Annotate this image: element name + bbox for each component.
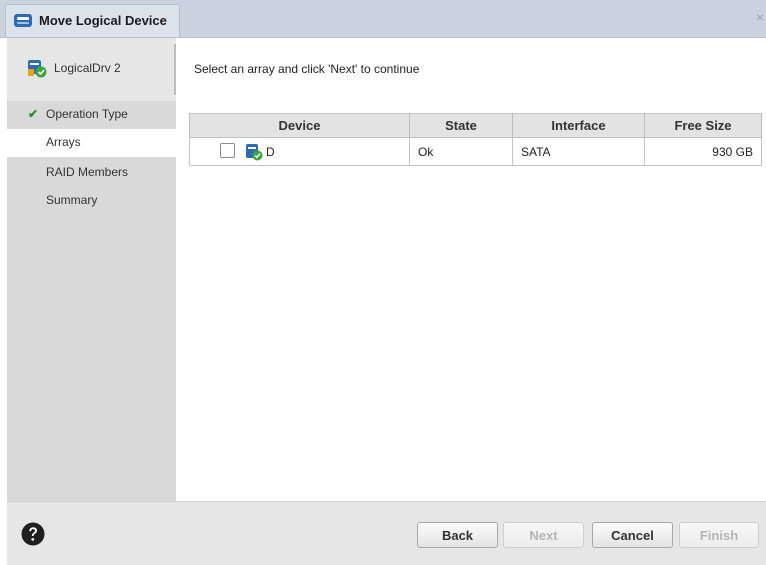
array-icon [246, 144, 263, 161]
wizard-sidebar: LogicalDrv 2 ✔ Operation Type Arrays RAI… [7, 38, 176, 501]
table-row[interactable]: D Ok SATA 930 GB [189, 137, 762, 166]
cell-interface: SATA [512, 137, 645, 166]
step-raid-members[interactable]: RAID Members [46, 165, 128, 179]
close-icon[interactable]: × [756, 9, 764, 25]
header-divider [174, 44, 176, 95]
finish-button[interactable]: Finish [679, 522, 759, 548]
instruction-text: Select an array and click 'Next' to cont… [194, 62, 420, 76]
storage-manager-icon [14, 14, 32, 27]
cell-free-size: 930 GB [644, 137, 762, 166]
question-circle-icon[interactable] [21, 522, 45, 546]
row-checkbox[interactable] [220, 143, 235, 158]
device-label: LogicalDrv 2 [54, 61, 121, 75]
cancel-button[interactable]: Cancel [592, 522, 673, 548]
wizard-footer: Back Next Cancel Finish [7, 501, 766, 565]
device-header: LogicalDrv 2 [7, 38, 176, 101]
next-button[interactable]: Next [503, 522, 584, 548]
check-icon: ✔ [28, 107, 39, 121]
window-titlebar: Move Logical Device × [0, 0, 766, 38]
logical-device-icon [28, 60, 47, 78]
active-step-highlight [7, 129, 176, 157]
column-header-state[interactable]: State [409, 113, 513, 138]
cell-device: D [189, 137, 410, 166]
column-header-free-size[interactable]: Free Size [644, 113, 762, 138]
cell-state: Ok [409, 137, 513, 166]
step-summary[interactable]: Summary [46, 193, 97, 207]
window-title: Move Logical Device [39, 13, 167, 28]
step-operation-type[interactable]: Operation Type [46, 107, 128, 121]
arrays-table: Device State Interface Free Size D Ok SA… [189, 113, 762, 166]
window-title-tab: Move Logical Device [5, 4, 180, 37]
step-arrays[interactable]: Arrays [46, 135, 81, 149]
device-name: D [266, 145, 275, 159]
column-header-device[interactable]: Device [189, 113, 410, 138]
table-header-row: Device State Interface Free Size [189, 113, 762, 138]
back-button[interactable]: Back [417, 522, 498, 548]
column-header-interface[interactable]: Interface [512, 113, 645, 138]
